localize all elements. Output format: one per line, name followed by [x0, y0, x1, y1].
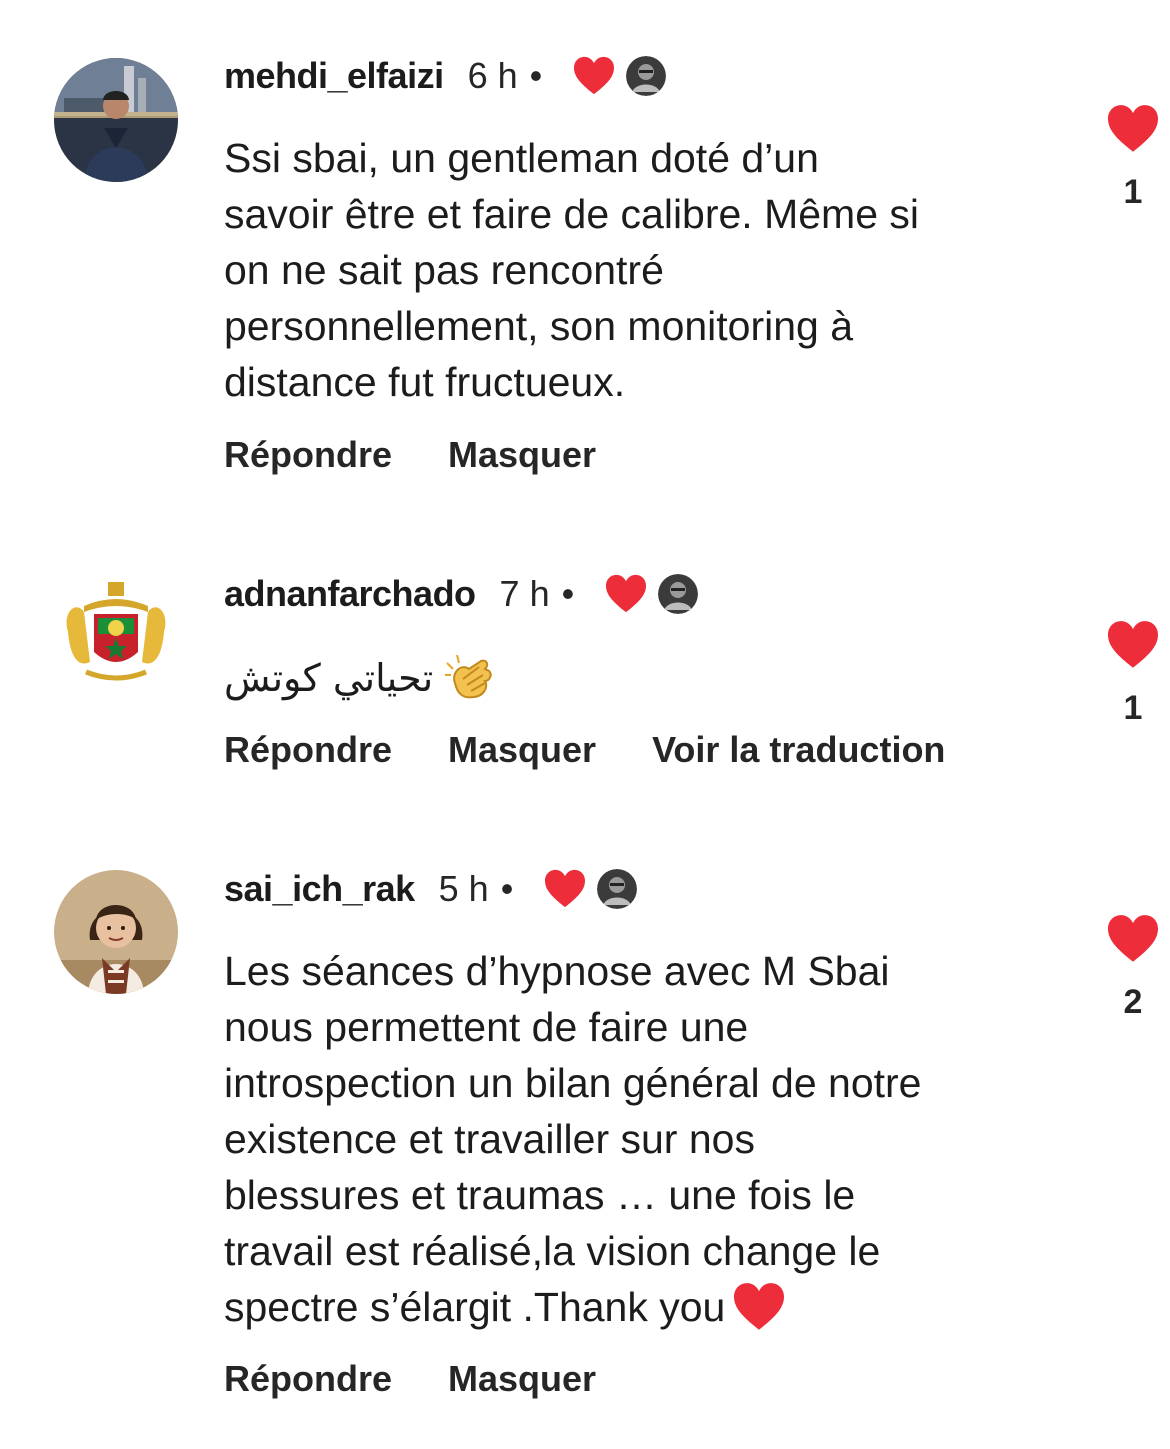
see-translation-button[interactable]: Voir la traduction — [652, 729, 945, 771]
creator-liked-heart-icon — [604, 574, 648, 614]
creator-liked-heart-icon — [572, 56, 616, 96]
comment-text-line: spectre s’élargit .Thank you — [224, 1284, 726, 1330]
creator-liked-heart-icon — [543, 869, 587, 909]
comment-text-last-line: spectre s’élargit .Thank you — [224, 1279, 1064, 1335]
comment-text-line: nous permettent de faire une — [224, 1004, 749, 1050]
comment-meta: sai_ich_rak 5 h • — [224, 864, 637, 914]
comment-meta: adnanfarchado 7 h • — [224, 569, 698, 619]
hide-button[interactable]: Masquer — [448, 1358, 596, 1400]
separator-dot: • — [529, 55, 543, 96]
like-control[interactable]: 1 — [1102, 104, 1164, 212]
creator-avatar-icon — [626, 56, 666, 96]
comment-text-line: savoir être et faire de calibre. Même si — [224, 191, 919, 237]
reply-button[interactable]: Répondre — [224, 1358, 392, 1400]
comment-text-line: travail est réalisé,la vision change le — [224, 1228, 881, 1274]
comment-text-line: Ssi sbai, un gentleman doté d’un — [224, 135, 819, 181]
like-count: 1 — [1123, 173, 1143, 211]
comment-actions: Répondre Masquer Voir la traduction — [224, 729, 1001, 771]
comment-text-line: Les séances d’hypnose avec M Sbai — [224, 948, 890, 994]
comment-text-line: introspection un bilan général de notre — [224, 1060, 922, 1106]
comment-text-line: on ne sait pas rencontré — [224, 247, 664, 293]
heart-icon[interactable] — [1105, 104, 1161, 154]
heart-emoji-icon — [731, 1282, 787, 1332]
coat-of-arms-icon — [54, 572, 178, 696]
reply-button[interactable]: Répondre — [224, 434, 392, 476]
comment-text: Ssi sbai, un gentleman doté d’un savoir … — [224, 130, 1064, 410]
comment-meta: mehdi_elfaizi 6 h • — [224, 51, 666, 101]
avatar-image — [54, 58, 178, 182]
hide-button[interactable]: Masquer — [448, 729, 596, 771]
comment-text: Les séances d’hypnose avec M Sbai nous p… — [224, 943, 1064, 1335]
separator-dot: • — [561, 573, 575, 614]
comment-text: تحياتي كوتش — [224, 650, 1064, 706]
heart-icon[interactable] — [1105, 914, 1161, 964]
user-avatar[interactable] — [54, 870, 178, 994]
timestamp: 7 h — [499, 573, 550, 614]
comment-text-arabic: تحياتي كوتش — [224, 656, 434, 700]
like-count: 2 — [1123, 983, 1143, 1021]
username[interactable]: sai_ich_rak — [224, 868, 415, 910]
user-avatar[interactable] — [54, 58, 178, 182]
timestamp: 6 h — [467, 55, 518, 96]
like-count: 1 — [1123, 689, 1143, 727]
reply-button[interactable]: Répondre — [224, 729, 392, 771]
hide-button[interactable]: Masquer — [448, 434, 596, 476]
username[interactable]: adnanfarchado — [224, 573, 476, 615]
creator-avatar-icon — [597, 869, 637, 909]
creator-avatar-icon — [658, 574, 698, 614]
comment-text-line: existence et travailler sur nos — [224, 1116, 755, 1162]
timestamp: 5 h — [438, 868, 489, 909]
comment-text-line: personnellement, son monitoring à — [224, 303, 854, 349]
user-avatar[interactable] — [54, 572, 178, 696]
avatar-image — [54, 870, 178, 994]
separator-dot: • — [500, 868, 514, 909]
comment-text-line: distance fut fructueux. — [224, 359, 626, 405]
like-control[interactable]: 2 — [1102, 914, 1164, 1022]
username[interactable]: mehdi_elfaizi — [224, 55, 444, 97]
comment-text-line: blessures et traumas … une fois le — [224, 1172, 856, 1218]
like-control[interactable]: 1 — [1102, 620, 1164, 728]
clapping-hands-icon — [445, 654, 492, 699]
heart-icon[interactable] — [1105, 620, 1161, 670]
comment-actions: Répondre Masquer — [224, 1358, 652, 1400]
comment-actions: Répondre Masquer — [224, 434, 652, 476]
